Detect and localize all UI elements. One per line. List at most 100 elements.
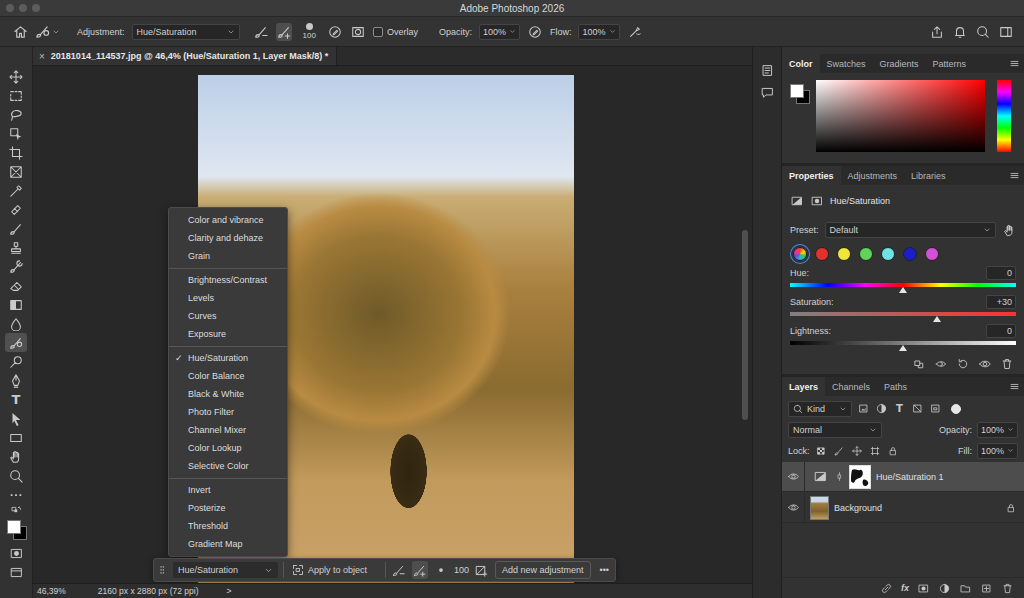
frame-tool[interactable]	[5, 162, 27, 181]
view-previous-button[interactable]	[934, 358, 948, 370]
menu-item[interactable]: Exposure	[169, 325, 287, 343]
blur-tool[interactable]	[5, 314, 27, 333]
gradient-tool[interactable]	[5, 295, 27, 314]
slider-thumb[interactable]	[933, 316, 941, 322]
new-layer-button[interactable]	[980, 581, 993, 595]
slider-track[interactable]	[790, 312, 1016, 316]
status-menu-button[interactable]: >	[227, 586, 232, 596]
search-button[interactable]	[975, 23, 991, 41]
mask-overlay-button[interactable]	[350, 23, 366, 41]
more-options-button[interactable]: •••	[600, 565, 609, 575]
menu-item[interactable]: Grain	[169, 247, 287, 265]
type-tool[interactable]: T	[5, 390, 27, 409]
menu-item[interactable]: Brightness/Contrast	[169, 271, 287, 289]
panel-tab[interactable]: Channels	[825, 377, 877, 396]
new-group-button[interactable]	[959, 581, 972, 595]
overlay-checkbox[interactable]: Overlay	[373, 27, 418, 37]
adjustment-dropdown[interactable]: Hue/Saturation	[173, 562, 278, 578]
canvas-area[interactable]: Color and vibrance Clarity and dehaze Gr…	[33, 66, 752, 583]
link-layers-button[interactable]	[880, 581, 893, 595]
delete-button[interactable]	[1000, 358, 1014, 370]
dodge-tool[interactable]	[5, 352, 27, 371]
tool-preset-picker[interactable]	[35, 23, 60, 41]
menu-item[interactable]: Channel Mixer	[169, 421, 287, 439]
adjustment-brush-tool[interactable]	[5, 333, 27, 352]
color-swatches[interactable]	[788, 84, 810, 104]
preset-dropdown[interactable]: Default	[825, 222, 996, 238]
lasso-tool[interactable]	[5, 105, 27, 124]
minimize-window-button[interactable]	[19, 4, 27, 12]
filter-shape-button[interactable]	[911, 402, 924, 416]
rectangle-tool[interactable]	[5, 428, 27, 447]
close-window-button[interactable]	[6, 4, 14, 12]
workspace-button[interactable]	[998, 23, 1014, 41]
new-adjustment-button[interactable]	[938, 581, 951, 595]
panel-menu-button[interactable]	[1009, 54, 1024, 73]
layer-opacity-field[interactable]: 100%	[977, 422, 1018, 438]
swap-colors-button[interactable]	[5, 504, 27, 518]
checkbox-box[interactable]	[373, 27, 383, 37]
hue-strip[interactable]	[997, 80, 1011, 152]
lock-transparent-button[interactable]	[815, 444, 828, 458]
mask-link[interactable]	[835, 472, 844, 481]
move-tool[interactable]	[5, 67, 27, 86]
channel-swatch[interactable]	[815, 247, 829, 261]
menu-item[interactable]: Invert	[169, 481, 287, 499]
more-tool[interactable]	[5, 485, 27, 504]
brush-tool[interactable]	[5, 219, 27, 238]
brush-subtract-button[interactable]	[391, 561, 407, 579]
menu-item[interactable]: Gradient Map	[169, 535, 287, 553]
flow-field[interactable]: 100%	[578, 24, 619, 40]
zoom-tool[interactable]	[5, 466, 27, 485]
menu-item[interactable]: Curves	[169, 307, 287, 325]
channel-swatch[interactable]	[881, 247, 895, 261]
path-select-tool[interactable]	[5, 409, 27, 428]
blend-mode-dropdown[interactable]: Normal	[788, 422, 882, 438]
adjustment-tab-button[interactable]	[790, 195, 804, 207]
layer-name[interactable]: Background	[834, 503, 882, 513]
airbrush-button[interactable]	[627, 23, 643, 41]
panel-menu-button[interactable]	[1009, 166, 1024, 185]
panel-tab[interactable]: Color	[782, 54, 820, 73]
panel-tab[interactable]: Layers	[782, 377, 825, 396]
pressure-size-button[interactable]	[327, 23, 343, 41]
mask-tab-button[interactable]	[810, 195, 824, 207]
channel-swatch[interactable]	[837, 247, 851, 261]
menu-item[interactable]: Clarity and dehaze	[169, 229, 287, 247]
adjustment-dropdown[interactable]: Hue/Saturation	[132, 24, 240, 40]
menu-item[interactable]: Color and vibrance	[169, 211, 287, 229]
filter-type-button[interactable]: T	[893, 402, 906, 416]
history-brush-tool[interactable]	[5, 257, 27, 276]
menu-item[interactable]: ✓ Hue/Saturation	[169, 349, 287, 367]
healing-tool[interactable]	[5, 200, 27, 219]
menu-item[interactable]: Color Lookup	[169, 439, 287, 457]
targeted-adjustment-button[interactable]	[1002, 224, 1016, 237]
menu-item[interactable]: Levels	[169, 289, 287, 307]
panel-tab[interactable]: Patterns	[926, 54, 974, 73]
layer-row[interactable]: Hue/Saturation 1	[782, 462, 1024, 492]
master-channel-swatch[interactable]	[793, 247, 807, 261]
brush-size-picker[interactable]: 100	[303, 23, 316, 40]
layer-visibility-toggle[interactable]	[782, 493, 805, 522]
visibility-button[interactable]	[978, 358, 992, 370]
reset-button[interactable]	[956, 358, 970, 370]
panel-tab[interactable]: Paths	[877, 377, 914, 396]
filter-toggle[interactable]	[951, 404, 961, 414]
lock-position-button[interactable]	[851, 444, 864, 458]
brush-size-value[interactable]: 100	[454, 565, 469, 575]
panel-menu-button[interactable]	[1009, 377, 1024, 396]
filter-type-dropdown[interactable]: Kind	[788, 401, 852, 417]
brush-subtract-button[interactable]	[253, 23, 269, 41]
filter-adjust-button[interactable]	[875, 402, 888, 416]
opacity-field[interactable]: 100%	[479, 24, 520, 40]
brush-size-button[interactable]	[433, 561, 449, 579]
brush-add-button[interactable]	[412, 561, 428, 579]
delete-layer-button[interactable]	[1001, 581, 1014, 595]
pressure-opacity-button[interactable]	[527, 23, 543, 41]
layer-name[interactable]: Hue/Saturation 1	[876, 472, 944, 482]
lock-image-button[interactable]	[833, 444, 846, 458]
layer-style-button[interactable]: fx	[901, 583, 909, 593]
filter-pixel-button[interactable]	[857, 402, 870, 416]
foreground-color[interactable]	[790, 84, 804, 98]
slider-value-field[interactable]: 0	[986, 324, 1016, 338]
